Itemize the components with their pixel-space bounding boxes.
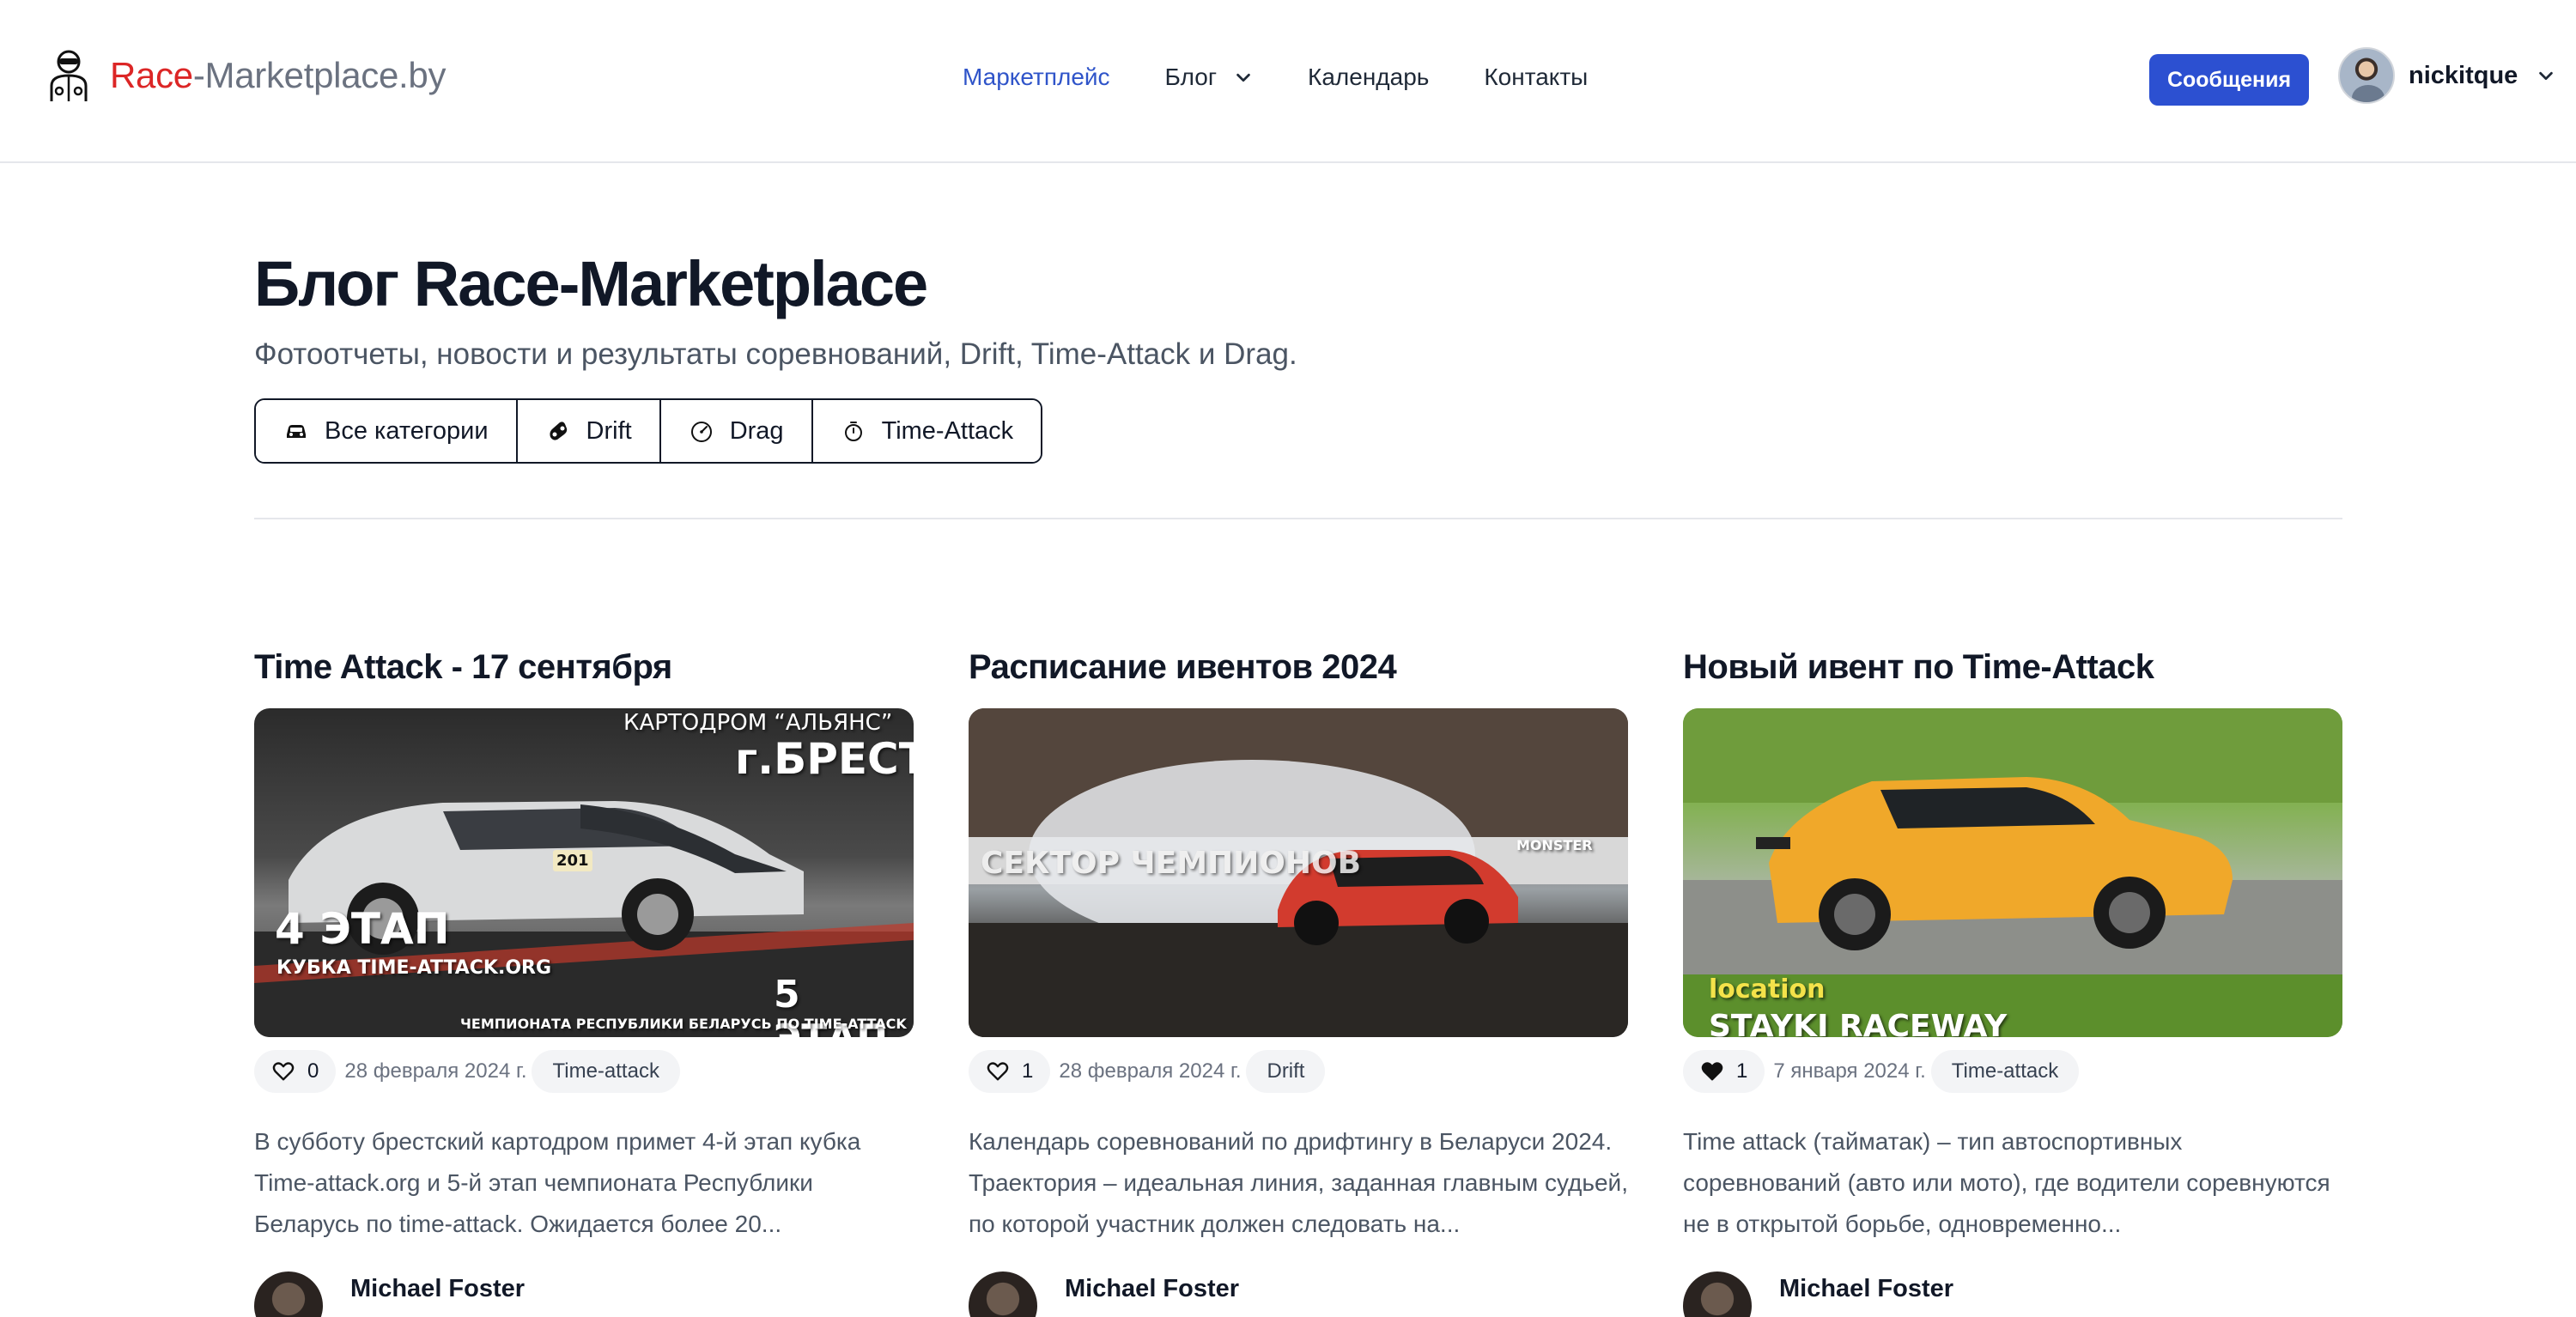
nav-blog[interactable]: Блог (1165, 64, 1254, 91)
post-meta: 0 28 февраля 2024 г. Time-attack (254, 1049, 914, 1094)
image-caption: КАРТОДРОМ “АЛЬЯНС” (623, 710, 893, 736)
post-meta: 1 7 января 2024 г. Time-attack (1683, 1049, 2342, 1094)
logo-text: Race-Marketplace.by (110, 55, 446, 96)
top-navbar: Race-Marketplace.by Маркетплейс Блог Кал… (0, 0, 2576, 163)
post-author[interactable]: Michael Foster (254, 1271, 914, 1317)
image-caption: г.БРЕСТ (735, 734, 914, 784)
category-drift[interactable]: Drift (517, 400, 661, 462)
post-excerpt: Календарь соревнований по дрифтингу в Бе… (969, 1128, 1628, 1237)
site-logo[interactable]: Race-Marketplace.by (45, 48, 446, 103)
image-caption: 4 ЭТАП (275, 904, 450, 954)
image-caption: КУБКА TIME-ATTACK.ORG (276, 957, 552, 979)
post-title[interactable]: Time Attack - 17 сентября (254, 648, 914, 698)
heart-filled-icon (1701, 1062, 1723, 1081)
like-count: 1 (1022, 1059, 1034, 1083)
messages-button[interactable]: Сообщения (2149, 54, 2309, 106)
post-title[interactable]: Новый ивент по Time-Attack (1683, 648, 2342, 698)
nav-contacts[interactable]: Контакты (1484, 64, 1588, 91)
post-meta: 1 28 февраля 2024 г. Drift (969, 1049, 1628, 1094)
post-author[interactable]: Michael Foster (1683, 1271, 2342, 1317)
nav-marketplace[interactable]: Маркетплейс (963, 64, 1110, 91)
post-author[interactable]: Michael Foster (969, 1271, 1628, 1317)
author-avatar (1683, 1271, 1752, 1317)
stopwatch-icon (844, 422, 862, 441)
author-name: Michael Foster (1065, 1274, 1240, 1302)
post-tag[interactable]: Drift (1246, 1050, 1326, 1093)
category-all[interactable]: Все категории (256, 400, 518, 462)
image-caption: MONSTER (1516, 837, 1593, 853)
post-image[interactable]: location STAYKI RACEWAY (1683, 708, 2342, 1037)
author-name: Michael Foster (1779, 1274, 1954, 1302)
post-image[interactable]: СЕКТОР ЧЕМПИОНОВ MONSTER (969, 708, 1628, 1037)
user-avatar (2338, 47, 2395, 104)
category-filter: Все категории Drift Drag Time-Attack (254, 398, 1043, 464)
page-title: Блог Race-Marketplace (254, 248, 928, 319)
blog-post-card[interactable]: Time Attack - 17 сентября КАРТОДРОМ “АЛЬ… (254, 648, 914, 1317)
post-image[interactable]: КАРТОДРОМ “АЛЬЯНС” г.БРЕСТ 201 4 ЭТАП КУ… (254, 708, 914, 1037)
page-subtitle: Фотоотчеты, новости и результаты соревно… (254, 337, 1297, 371)
post-excerpt: Time attack (тайматак) – тип автоспортив… (1683, 1128, 2330, 1237)
category-label: Drift (586, 416, 632, 445)
chevron-down-icon (2539, 71, 2554, 81)
image-caption: ЧЕМПИОНАТА РЕСПУБЛИКИ БЕЛАРУСЬ ПО TIME-A… (460, 1016, 907, 1032)
logo-text-rest: -Marketplace.by (192, 55, 447, 95)
post-title[interactable]: Расписание ивентов 2024 (969, 648, 1628, 698)
speedometer-icon (690, 422, 712, 442)
racer-helmet-icon (50, 50, 88, 101)
category-label: Все категории (325, 416, 489, 445)
post-tag[interactable]: Time-attack (1930, 1050, 2080, 1093)
category-label: Time-Attack (881, 416, 1014, 445)
like-button[interactable]: 1 (969, 1050, 1051, 1093)
post-date: 7 января 2024 г. (1773, 1059, 1926, 1083)
user-name: nickitque (2409, 61, 2518, 89)
like-count: 0 (307, 1059, 319, 1083)
image-caption: СЕКТОР ЧЕМПИОНОВ (981, 846, 1362, 881)
author-name: Michael Foster (350, 1274, 526, 1302)
post-date: 28 февраля 2024 г. (1059, 1059, 1242, 1083)
blog-post-card[interactable]: Новый ивент по Time-Attack location STAY… (1683, 648, 2342, 1317)
post-excerpt: В субботу брестский картодром примет 4-й… (254, 1128, 861, 1237)
main-nav: Маркетплейс Блог Календарь Контакты (963, 58, 1643, 96)
author-avatar (969, 1271, 1037, 1317)
category-time-attack[interactable]: Time-Attack (812, 400, 1042, 462)
like-count: 1 (1736, 1059, 1748, 1083)
logo-text-red: Race (110, 55, 193, 95)
user-menu[interactable]: nickitque (2338, 47, 2555, 104)
post-date: 28 февраля 2024 г. (344, 1059, 527, 1083)
blog-post-card[interactable]: Расписание ивентов 2024 СЕКТОР ЧЕМПИОНОВ… (969, 648, 1628, 1317)
image-caption: location (1709, 974, 1826, 1004)
like-button[interactable]: 1 (1683, 1050, 1765, 1093)
nav-blog-label: Блог (1164, 64, 1218, 90)
section-divider (254, 518, 2342, 519)
image-caption: 201 (553, 850, 592, 871)
image-caption: STAYKI RACEWAY (1709, 1009, 2008, 1037)
drift-icon (549, 422, 567, 440)
heart-outline-icon (272, 1062, 295, 1081)
chevron-down-icon (1236, 73, 1250, 82)
post-tag[interactable]: Time-attack (532, 1050, 680, 1093)
category-drag[interactable]: Drag (660, 400, 813, 462)
category-label: Drag (729, 416, 784, 445)
like-button[interactable]: 0 (254, 1050, 337, 1093)
heart-outline-icon (987, 1062, 1009, 1081)
author-avatar (254, 1271, 323, 1317)
car-icon (287, 425, 306, 438)
nav-calendar[interactable]: Календарь (1308, 64, 1429, 91)
